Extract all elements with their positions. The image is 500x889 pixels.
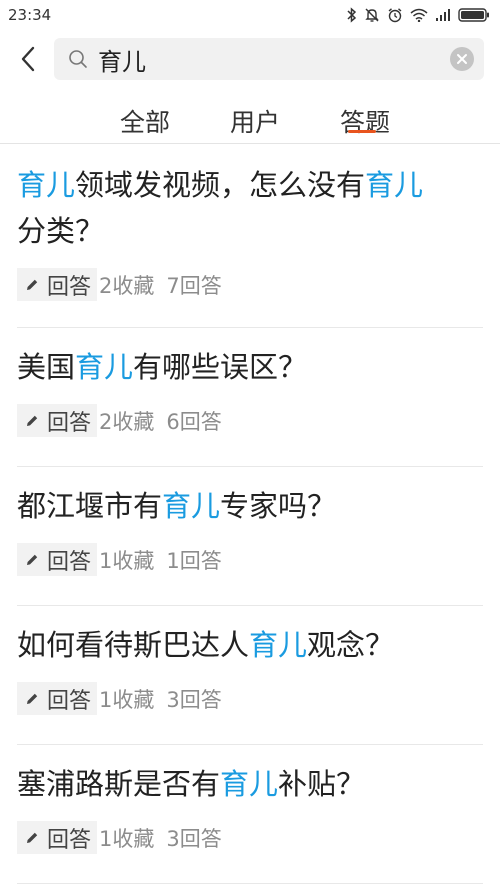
answer-button[interactable]: 回答 — [17, 682, 98, 715]
pencil-icon — [27, 415, 38, 426]
list-item[interactable]: 如何看待斯巴达人育儿观念？ 回答 1收藏 3回答 — [17, 606, 483, 745]
answer-label: 回答 — [47, 549, 92, 575]
question-title[interactable]: 塞浦路斯是否有育儿补贴？ — [17, 761, 483, 807]
search-header — [0, 30, 500, 88]
tab-users[interactable]: 用户 — [230, 103, 280, 143]
list-item[interactable]: 育儿领域发视频，怎么没有育儿分类？ 回答 2收藏 7回答 — [17, 144, 483, 328]
answers-count: 3回答 — [166, 687, 222, 712]
answer-label: 回答 — [47, 688, 92, 714]
title-text: 观念？ — [307, 628, 395, 662]
alarm-icon — [387, 7, 403, 23]
search-tabs: 全部 用户 答题 — [0, 88, 500, 144]
title-text: 领域发视频，怎么没有 — [75, 168, 366, 202]
result-list: 育儿领域发视频，怎么没有育儿 分类？ 回答 2收藏 7回答 美国育儿有哪些误区？ 回… — [0, 144, 500, 884]
answers-count: 7回答 — [166, 273, 222, 298]
title-text: 补贴？ — [278, 767, 366, 801]
tab-questions[interactable]: 答题 — [340, 103, 390, 143]
status-time: 23:34 — [8, 6, 52, 24]
question-title[interactable]: 如何看待斯巴达人育儿观念？ — [17, 622, 483, 668]
list-item[interactable]: 塞浦路斯是否有育儿补贴？ 回答 1收藏 3回答 — [17, 745, 483, 884]
favorites-count: 1收藏 — [99, 687, 155, 712]
status-icons — [347, 7, 490, 23]
keyword-highlight: 育儿 — [365, 168, 424, 202]
question-stats: 1收藏 1回答 — [99, 545, 222, 575]
question-stats: 2收藏 7回答 — [99, 270, 222, 300]
favorites-count: 1收藏 — [99, 826, 155, 851]
title-text: 如何看待斯巴达人 — [17, 628, 250, 662]
pencil-icon — [27, 693, 38, 704]
title-text: 都江堰市有 — [17, 489, 163, 523]
search-input[interactable] — [98, 45, 450, 73]
signal-icon — [435, 8, 451, 22]
answer-label: 回答 — [47, 274, 92, 300]
pencil-icon — [27, 554, 38, 565]
favorites-count: 1收藏 — [99, 548, 155, 573]
answers-count: 6回答 — [166, 409, 222, 434]
question-meta: 回答 1收藏 3回答 — [17, 682, 483, 715]
list-item[interactable]: 都江堰市有育儿专家吗？ 回答 1收藏 1回答 — [17, 467, 483, 606]
title-text: 美国 — [17, 350, 76, 384]
status-bar: 23:34 — [0, 0, 500, 30]
pencil-icon — [27, 832, 38, 843]
pencil-icon — [27, 279, 38, 290]
search-box[interactable] — [54, 38, 484, 80]
battery-icon — [458, 8, 490, 22]
keyword-highlight: 育儿 — [162, 489, 221, 523]
back-icon[interactable] — [14, 39, 42, 79]
wifi-icon — [410, 8, 428, 22]
clear-icon[interactable] — [450, 47, 474, 71]
favorites-count: 2收藏 — [99, 409, 155, 434]
answer-button[interactable]: 回答 — [17, 404, 98, 437]
question-stats: 2收藏 6回答 — [99, 406, 222, 436]
alarm-off-icon — [364, 7, 380, 23]
answer-label: 回答 — [47, 410, 92, 436]
title-text: 分类？ — [17, 214, 105, 248]
keyword-highlight: 育儿 — [75, 350, 134, 384]
answer-button[interactable]: 回答 — [17, 543, 98, 576]
list-item[interactable]: 美国育儿有哪些误区？ 回答 2收藏 6回答 — [17, 328, 483, 467]
answer-label: 回答 — [47, 827, 92, 853]
answer-button[interactable]: 回答 — [17, 821, 98, 854]
question-title[interactable]: 美国育儿有哪些误区？ — [17, 344, 483, 390]
question-stats: 1收藏 3回答 — [99, 823, 222, 853]
answer-button[interactable]: 回答 — [17, 268, 98, 301]
title-text: 专家吗？ — [220, 489, 337, 523]
search-icon — [68, 49, 88, 69]
question-meta: 回答 2收藏 6回答 — [17, 404, 483, 437]
answers-count: 1回答 — [166, 548, 222, 573]
title-text: 有哪些误区？ — [133, 350, 308, 384]
bluetooth-icon — [347, 7, 357, 23]
keyword-highlight: 育儿 — [249, 628, 308, 662]
question-title[interactable]: 育儿领域发视频，怎么没有育儿分类？ — [17, 162, 483, 254]
question-meta: 回答 2收藏 7回答 — [17, 268, 483, 301]
answers-count: 3回答 — [166, 826, 222, 851]
title-text: 塞浦路斯是否有 — [17, 767, 221, 801]
question-meta: 回答 1收藏 3回答 — [17, 821, 483, 854]
favorites-count: 2收藏 — [99, 273, 155, 298]
question-stats: 1收藏 3回答 — [99, 684, 222, 714]
keyword-highlight: 育儿 — [220, 767, 279, 801]
question-meta: 回答 1收藏 1回答 — [17, 543, 483, 576]
question-title[interactable]: 都江堰市有育儿专家吗？ — [17, 483, 483, 529]
tab-all[interactable]: 全部 — [120, 103, 170, 143]
keyword-highlight: 育儿 — [17, 168, 76, 202]
